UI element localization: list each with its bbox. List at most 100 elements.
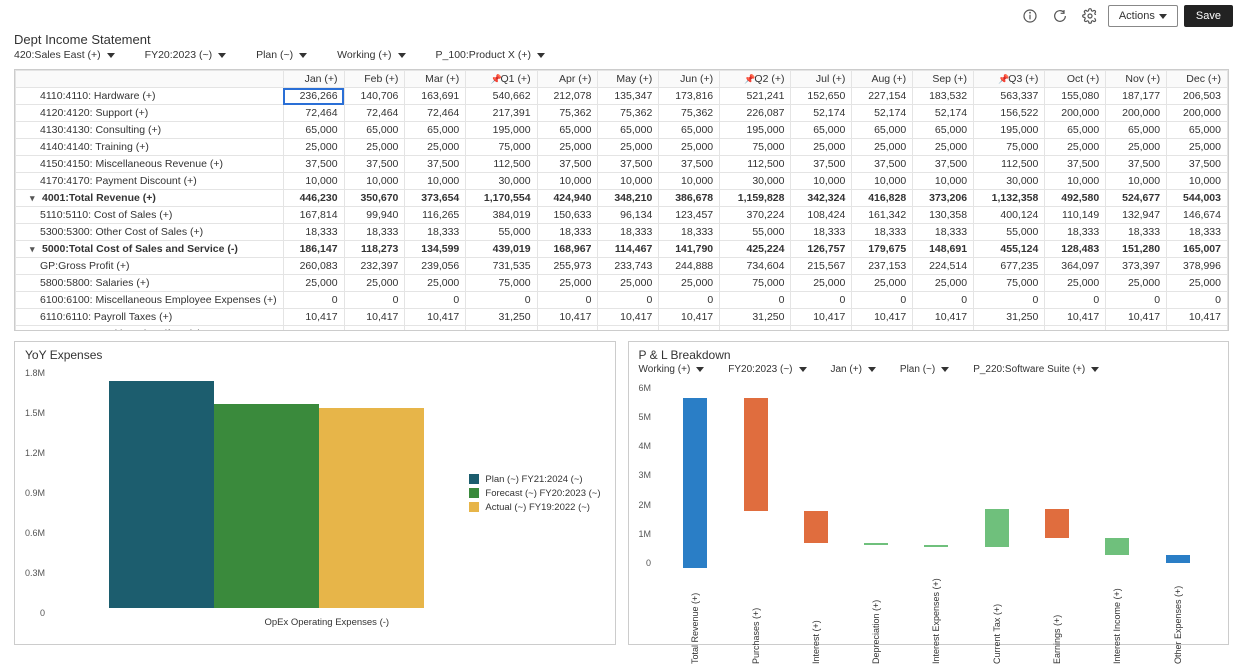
data-cell[interactable]: 179,675	[852, 241, 913, 258]
data-cell[interactable]: 0	[1167, 292, 1228, 309]
data-cell[interactable]: 25,000	[1106, 275, 1167, 292]
data-cell[interactable]: 25,000	[1045, 139, 1106, 156]
data-cell[interactable]: 31,250	[974, 309, 1045, 326]
dimension-selector[interactable]: Working (+)	[337, 49, 405, 61]
data-cell[interactable]: 72,464	[405, 105, 466, 122]
waterfall-segment[interactable]	[1162, 383, 1194, 568]
data-cell[interactable]: 524,677	[1106, 190, 1167, 207]
data-cell[interactable]: 18,333	[598, 224, 659, 241]
data-cell[interactable]: 37,500	[537, 156, 598, 173]
row-header[interactable]: 4150:4150: Miscellaneous Revenue (+)	[16, 156, 284, 173]
data-cell[interactable]: 152,650	[791, 88, 852, 105]
info-icon[interactable]	[1018, 4, 1042, 28]
data-cell[interactable]: 25,000	[344, 275, 405, 292]
row-header[interactable]: 6140:6140: Health and Welfare (+)	[16, 326, 284, 332]
bar-segment[interactable]	[109, 381, 214, 608]
data-cell[interactable]: 75,362	[598, 105, 659, 122]
data-cell[interactable]: 7,500	[537, 326, 598, 332]
data-cell[interactable]: 37,500	[659, 156, 720, 173]
row-header[interactable]: 4130:4130: Consulting (+)	[16, 122, 284, 139]
data-cell[interactable]: 25,000	[852, 275, 913, 292]
data-cell[interactable]: 165,007	[1167, 241, 1228, 258]
data-cell[interactable]: 37,500	[344, 156, 405, 173]
row-header[interactable]: 4110:4110: Hardware (+)	[16, 88, 284, 105]
data-cell[interactable]: 195,000	[974, 122, 1045, 139]
data-cell[interactable]: 161,342	[852, 207, 913, 224]
data-cell[interactable]: 65,000	[1106, 122, 1167, 139]
data-cell[interactable]: 37,500	[405, 156, 466, 173]
data-cell[interactable]: 232,397	[344, 258, 405, 275]
data-cell[interactable]: 168,967	[537, 241, 598, 258]
data-cell[interactable]: 186,147	[283, 241, 344, 258]
data-cell[interactable]: 239,056	[405, 258, 466, 275]
data-cell[interactable]: 10,000	[852, 173, 913, 190]
data-cell[interactable]: 112,500	[974, 156, 1045, 173]
waterfall-segment[interactable]	[679, 383, 711, 568]
data-cell[interactable]: 10,417	[659, 309, 720, 326]
data-cell[interactable]: 75,000	[974, 139, 1045, 156]
data-cell[interactable]: 25,000	[405, 275, 466, 292]
row-header[interactable]: 4140:4140: Training (+)	[16, 139, 284, 156]
data-cell[interactable]: 65,000	[852, 122, 913, 139]
data-cell[interactable]: 52,174	[791, 105, 852, 122]
data-cell[interactable]: 677,235	[974, 258, 1045, 275]
data-cell[interactable]: 226,087	[720, 105, 791, 122]
data-cell[interactable]: 140,706	[344, 88, 405, 105]
data-cell[interactable]: 10,000	[791, 173, 852, 190]
data-cell[interactable]: 439,019	[466, 241, 537, 258]
dimension-selector[interactable]: Plan (~)	[256, 49, 307, 61]
data-cell[interactable]: 350,670	[344, 190, 405, 207]
waterfall-segment[interactable]	[860, 383, 892, 568]
data-cell[interactable]: 52,174	[913, 105, 974, 122]
data-cell[interactable]: 244,888	[659, 258, 720, 275]
data-cell[interactable]: 25,000	[791, 139, 852, 156]
data-cell[interactable]: 1,159,828	[720, 190, 791, 207]
data-cell[interactable]: 212,078	[537, 88, 598, 105]
data-cell[interactable]: 492,580	[1045, 190, 1106, 207]
column-header[interactable]: Feb (+)	[344, 71, 405, 88]
data-cell[interactable]: 233,743	[598, 258, 659, 275]
data-cell[interactable]: 37,500	[1167, 156, 1228, 173]
column-header[interactable]: 📌Q1 (+)	[466, 71, 537, 88]
data-cell[interactable]: 10,417	[852, 309, 913, 326]
data-cell[interactable]: 55,000	[466, 224, 537, 241]
data-cell[interactable]: 148,691	[913, 241, 974, 258]
data-cell[interactable]: 167,814	[283, 207, 344, 224]
data-cell[interactable]: 364,097	[1045, 258, 1106, 275]
data-cell[interactable]: 0	[913, 292, 974, 309]
waterfall-segment[interactable]	[740, 383, 772, 568]
column-header[interactable]: Mar (+)	[405, 71, 466, 88]
data-cell[interactable]: 18,333	[852, 224, 913, 241]
data-cell[interactable]: 18,333	[913, 224, 974, 241]
dimension-selector[interactable]: Jan (+)	[831, 364, 876, 375]
data-cell[interactable]: 18,333	[283, 224, 344, 241]
waterfall-segment[interactable]	[920, 383, 952, 568]
data-cell[interactable]: 123,457	[659, 207, 720, 224]
waterfall-segment[interactable]	[981, 383, 1013, 568]
data-cell[interactable]: 384,019	[466, 207, 537, 224]
row-header[interactable]: 6100:6100: Miscellaneous Employee Expens…	[16, 292, 284, 309]
data-cell[interactable]: 10,417	[1106, 309, 1167, 326]
data-cell[interactable]: 72,464	[283, 105, 344, 122]
column-header[interactable]: Sep (+)	[913, 71, 974, 88]
data-cell[interactable]: 37,500	[791, 156, 852, 173]
data-cell[interactable]: 65,000	[1045, 122, 1106, 139]
data-cell[interactable]: 18,333	[659, 224, 720, 241]
data-cell[interactable]: 72,464	[344, 105, 405, 122]
data-cell[interactable]: 37,500	[1106, 156, 1167, 173]
row-header[interactable]: 5800:5800: Salaries (+)	[16, 275, 284, 292]
data-cell[interactable]: 370,224	[720, 207, 791, 224]
data-cell[interactable]: 10,000	[283, 173, 344, 190]
waterfall-segment[interactable]	[800, 383, 832, 568]
column-header[interactable]: Dec (+)	[1167, 71, 1228, 88]
data-cell[interactable]: 22,500	[466, 326, 537, 332]
data-cell[interactable]: 25,000	[791, 275, 852, 292]
data-cell[interactable]: 10,417	[537, 309, 598, 326]
row-header[interactable]: 4120:4120: Support (+)	[16, 105, 284, 122]
data-cell[interactable]: 0	[974, 292, 1045, 309]
data-cell[interactable]: 75,000	[720, 275, 791, 292]
data-cell[interactable]: 217,391	[466, 105, 537, 122]
data-cell[interactable]: 37,500	[913, 156, 974, 173]
data-cell[interactable]: 114,467	[598, 241, 659, 258]
data-cell[interactable]: 215,567	[791, 258, 852, 275]
